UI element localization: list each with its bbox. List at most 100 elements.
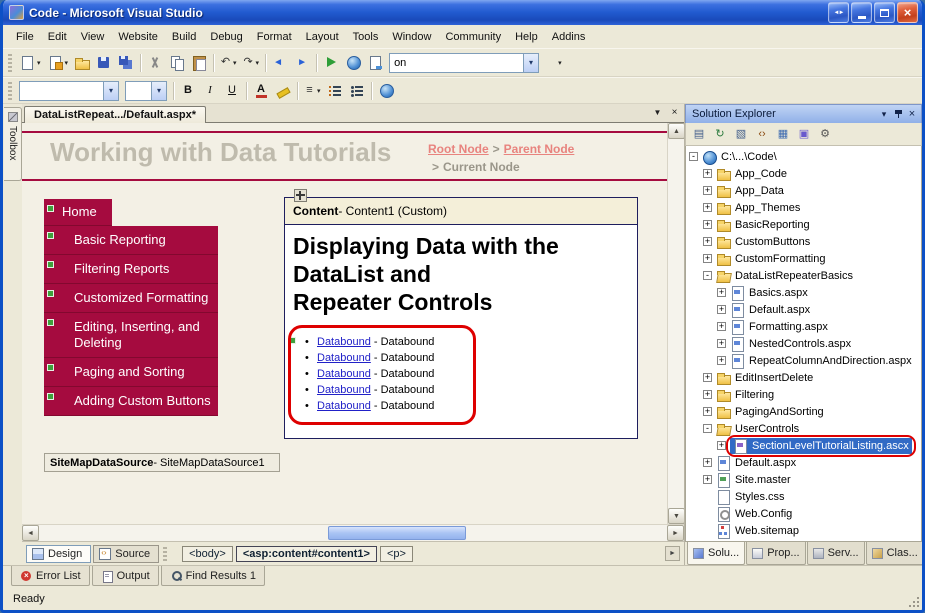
alignment-button[interactable]: ≡▾ (301, 80, 324, 102)
tree-item-pagingandsorting[interactable]: +PagingAndSorting (686, 403, 921, 420)
tag-chip-asp-content-content1[interactable]: <asp:content#content1> (236, 546, 377, 562)
tree-item-custombuttons[interactable]: +CustomButtons (686, 233, 921, 250)
bold-button[interactable]: B (177, 80, 199, 102)
menu-addins[interactable]: Addins (545, 27, 593, 47)
panel-tab-prop[interactable]: Prop... (746, 542, 805, 565)
font-color-button[interactable]: A (250, 80, 272, 102)
nav-item-editing-inserting-and-deleting[interactable]: Editing, Inserting, and Deleting (44, 313, 218, 358)
properties-button[interactable]: ▤ (689, 125, 709, 144)
tree-item-repeatcolumnanddirection-aspx[interactable]: +RepeatColumnAndDirection.aspx (686, 352, 921, 369)
breadcrumb-parent-link[interactable]: Parent Node (504, 142, 575, 156)
design-surface[interactable]: Working with Data Tutorials Root Node>Pa… (22, 123, 684, 524)
close-document-icon[interactable]: × (667, 105, 682, 120)
save-all-button[interactable] (115, 52, 137, 74)
view-designer-button[interactable]: ▦ (773, 125, 793, 144)
paste-button[interactable] (188, 52, 210, 74)
nav-item-adding-custom-buttons[interactable]: Adding Custom Buttons (44, 387, 218, 416)
collapse-icon[interactable]: - (703, 271, 712, 280)
chevron-down-icon[interactable]: ▾ (523, 54, 538, 72)
nav-item-basic-reporting[interactable]: Basic Reporting (44, 226, 218, 255)
tree-item-filtering[interactable]: +Filtering (686, 386, 921, 403)
tag-chip-p[interactable]: <p> (380, 546, 413, 562)
scroll-up-icon[interactable]: ▲ (668, 123, 684, 139)
databound-link[interactable]: Databound (317, 352, 371, 364)
expand-icon[interactable]: + (703, 237, 712, 246)
menu-build[interactable]: Build (165, 27, 203, 47)
copy-website-button[interactable]: ▣ (794, 125, 814, 144)
auto-hide-pin-icon[interactable] (891, 107, 905, 121)
menu-edit[interactable]: Edit (41, 27, 74, 47)
expand-icon[interactable]: + (703, 373, 712, 382)
document-tab[interactable]: DataListRepeat.../Default.aspx* (24, 106, 206, 123)
tree-item-default-aspx[interactable]: +Default.aspx (686, 301, 921, 318)
menu-format[interactable]: Format (250, 27, 299, 47)
expand-icon[interactable]: + (717, 322, 726, 331)
databound-link[interactable]: Databound (317, 384, 371, 396)
expand-icon[interactable]: + (703, 390, 712, 399)
expand-icon[interactable]: + (703, 203, 712, 212)
tree-item-c-code[interactable]: -C:\...\Code\ (686, 148, 921, 165)
nav-item-paging-and-sorting[interactable]: Paging and Sorting (44, 358, 218, 387)
tree-item-site-master[interactable]: +Site.master (686, 471, 921, 488)
underline-button[interactable]: U (221, 80, 243, 102)
tree-item-styles-css[interactable]: AStyles.css (686, 488, 921, 505)
toolbox-tab[interactable]: Toolbox (4, 107, 22, 181)
panel-tab-solu[interactable]: Solu... (687, 542, 745, 565)
expand-icon[interactable]: + (703, 169, 712, 178)
expand-icon[interactable]: + (703, 254, 712, 263)
resize-grip[interactable] (907, 595, 919, 607)
databound-link[interactable]: Databound (317, 400, 371, 412)
tree-item-nestedcontrols-aspx[interactable]: +NestedControls.aspx (686, 335, 921, 352)
minimize-button[interactable] (851, 2, 872, 23)
menu-file[interactable]: File (9, 27, 41, 47)
nav-item-filtering-reports[interactable]: Filtering Reports (44, 255, 218, 284)
menu-debug[interactable]: Debug (203, 27, 249, 47)
tree-item-datalistrepeaterbasics[interactable]: -DataListRepeaterBasics (686, 267, 921, 284)
nest-related-files-button[interactable]: ▧ (731, 125, 751, 144)
tree-item-customformatting[interactable]: +CustomFormatting (686, 250, 921, 267)
menu-view[interactable]: View (74, 27, 112, 47)
expand-icon[interactable]: + (717, 305, 726, 314)
chevron-down-icon[interactable]: ▾ (151, 82, 166, 100)
collapse-icon[interactable]: - (689, 152, 698, 161)
expand-icon[interactable]: + (717, 288, 726, 297)
cut-button[interactable] (144, 52, 166, 74)
redo-button[interactable]: ↷▾ (240, 52, 263, 74)
scroll-left-icon[interactable]: ◄ (22, 525, 39, 541)
active-files-dropdown-icon[interactable]: ▼ (650, 105, 665, 120)
scrollbar-track[interactable] (668, 139, 684, 508)
save-button[interactable] (93, 52, 115, 74)
tree-item-sectionleveltutoriallisting-ascx[interactable]: +SectionLevelTutorialListing.ascx (686, 437, 921, 454)
scroll-down-icon[interactable]: ▼ (668, 508, 684, 524)
highlight-button[interactable] (272, 80, 294, 102)
tree-item-basicreporting[interactable]: +BasicReporting (686, 216, 921, 233)
panel-tab-error-list[interactable]: Error List (11, 566, 90, 586)
tree-item-editinsertdelete[interactable]: +EditInsertDelete (686, 369, 921, 386)
navigate-backward-button[interactable] (269, 52, 291, 74)
toolbar-options-button[interactable]: ▾ (542, 52, 565, 74)
content-panel-header[interactable]: Content - Content1 (Custom) (285, 198, 637, 225)
undo-button[interactable]: ↶▾ (217, 52, 240, 74)
menu-help[interactable]: Help (508, 27, 545, 47)
tree-item-app-code[interactable]: +App_Code (686, 165, 921, 182)
move-handle-icon[interactable] (294, 189, 307, 202)
view-tab-design[interactable]: Design (26, 545, 91, 563)
vertical-scrollbar[interactable]: ▲ ▼ (667, 123, 684, 524)
nav-item-customized-formatting[interactable]: Customized Formatting (44, 284, 218, 313)
scrollbar-thumb[interactable] (328, 526, 466, 540)
tree-item-app-themes[interactable]: +App_Themes (686, 199, 921, 216)
scroll-right-icon[interactable]: ► (667, 525, 684, 541)
content-placeholder-panel[interactable]: Content - Content1 (Custom) Displaying D… (284, 197, 638, 439)
expand-icon[interactable]: + (703, 458, 712, 467)
expand-icon[interactable]: + (703, 407, 712, 416)
start-debug-button[interactable] (320, 52, 342, 74)
sitemapdatasource-control[interactable]: SiteMapDataSource - SiteMapDataSource1 (44, 453, 280, 472)
breadcrumb-root-link[interactable]: Root Node (428, 142, 489, 156)
expand-icon[interactable]: + (717, 356, 726, 365)
window-move-button[interactable]: ◄► (828, 2, 849, 23)
horizontal-scrollbar[interactable]: ◄ ► (22, 524, 684, 541)
menu-tools[interactable]: Tools (346, 27, 386, 47)
menu-website[interactable]: Website (111, 27, 165, 47)
toolbar-combo[interactable]: on▾ (389, 53, 539, 73)
view-tab-source[interactable]: Source (93, 545, 159, 563)
